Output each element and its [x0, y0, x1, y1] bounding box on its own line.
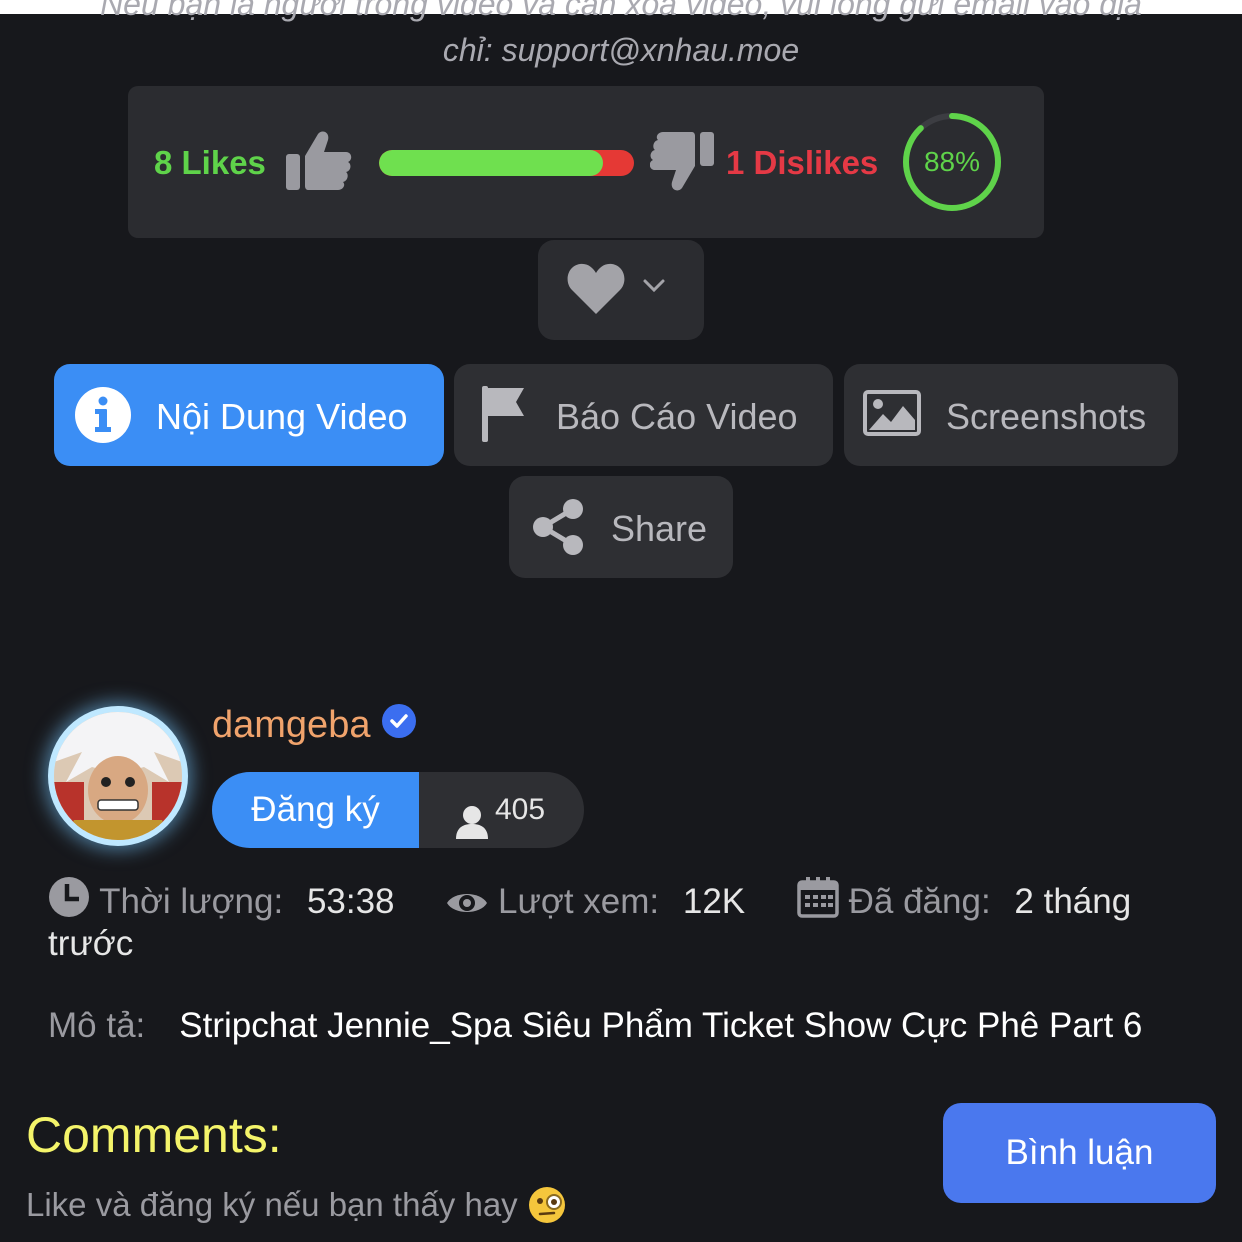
eye-icon	[446, 882, 498, 921]
flag-icon	[480, 386, 526, 451]
favorite-button[interactable]	[538, 240, 704, 340]
views-value: 12K	[682, 882, 746, 921]
views-key: Lượt xem:	[498, 882, 660, 921]
verified-badge-icon	[381, 703, 417, 744]
like-ratio-fill	[379, 150, 604, 176]
channel-name[interactable]: damgeba	[212, 704, 370, 747]
channel-avatar[interactable]	[48, 706, 188, 846]
dislikes-count: 1 Dislikes	[726, 144, 879, 181]
heart-icon	[566, 262, 626, 321]
video-description: Mô tả: Stripchat Jennie_Spa Siêu Phẩm Tic…	[48, 1006, 1142, 1046]
like-percent: 88%	[923, 146, 981, 177]
comment-hint: Like và đăng ký nếu bạn thấy hay	[26, 1186, 566, 1232]
video-meta: Thời lượng: 53:38 Lượt xem: 12K Đã đăng:…	[48, 876, 1198, 965]
rating-panel: 8 Likes 1 Dislikes 88%	[128, 86, 1044, 238]
share-icon	[531, 498, 585, 565]
share-label: Share	[611, 508, 708, 549]
comments-title: Comments:	[26, 1107, 282, 1163]
share-button[interactable]: Share	[509, 476, 733, 578]
comment-hint-text: Like và đăng ký nếu bạn thấy hay	[26, 1186, 518, 1223]
description-value: Stripchat Jennie_Spa Siêu Phẩm Ticket Sh…	[179, 1006, 1143, 1045]
report-video-button[interactable]: Báo Cáo Video	[454, 364, 833, 466]
image-icon	[863, 390, 921, 445]
likes-count: 8 Likes	[154, 144, 266, 181]
video-info-label: Nội Dung Video	[156, 396, 408, 437]
removal-notice-cut: Nếu bạn là người trong video và cần xóa …	[100, 0, 1142, 22]
info-icon	[74, 386, 132, 453]
posted-key: Đã đăng:	[848, 882, 991, 921]
thumbs-down-icon[interactable]	[649, 132, 714, 197]
subscribe-button[interactable]: Đăng ký	[212, 772, 419, 848]
calendar-icon	[797, 877, 849, 921]
subscriber-count-badge: 405	[419, 772, 584, 848]
report-video-label: Báo Cáo Video	[556, 396, 798, 437]
subscriber-count: 405	[495, 793, 546, 826]
screenshots-label: Screenshots	[946, 396, 1147, 437]
user-icon	[455, 792, 489, 868]
like-ratio-bar	[379, 150, 634, 176]
chevron-down-icon	[642, 278, 666, 299]
screenshots-button[interactable]: Screenshots	[844, 364, 1178, 466]
duration-value: 53:38	[306, 882, 395, 921]
thumbs-up-icon[interactable]	[286, 130, 352, 197]
write-comment-button[interactable]: Bình luận	[943, 1103, 1216, 1203]
clock-icon	[48, 877, 99, 921]
monocle-face-icon	[528, 1186, 566, 1232]
video-info-button[interactable]: Nội Dung Video	[54, 364, 444, 466]
duration-key: Thời lượng:	[99, 882, 284, 921]
removal-notice-email: chỉ: support@xnhau.moe	[442, 32, 800, 68]
avatar-image	[54, 712, 182, 840]
description-key: Mô tả:	[48, 1006, 146, 1045]
